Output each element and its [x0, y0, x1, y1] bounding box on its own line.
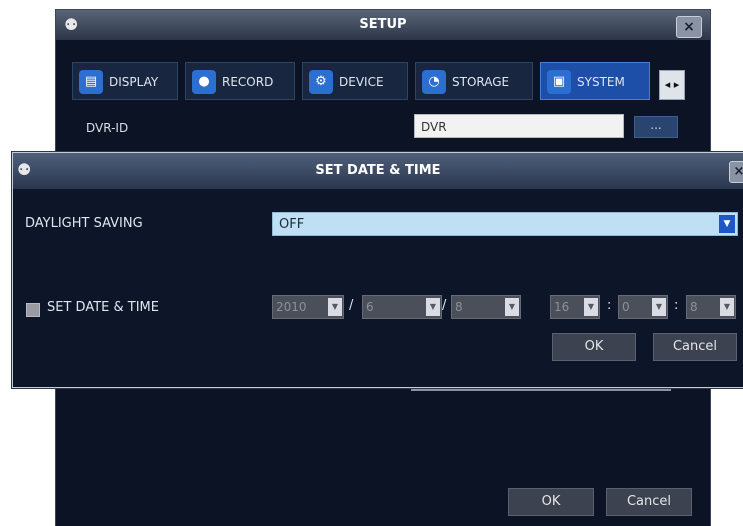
- hour-value: 16: [554, 300, 570, 314]
- app-logo-icon: ⚉: [64, 15, 79, 34]
- day-select[interactable]: 8 ▼: [451, 295, 521, 319]
- setup-title: SETUP: [359, 17, 407, 32]
- tab-system[interactable]: ▣ SYSTEM: [540, 62, 650, 100]
- setup-close-button[interactable]: ×: [676, 16, 702, 38]
- dialog-ok-button[interactable]: OK: [552, 333, 636, 361]
- tab-storage-label: STORAGE: [452, 75, 510, 89]
- chevron-down-icon[interactable]: ▼: [719, 215, 735, 233]
- tab-display-label: DISPLAY: [109, 75, 159, 89]
- divider: [411, 388, 671, 391]
- dvr-id-edit-button[interactable]: ...: [634, 116, 678, 138]
- second-select[interactable]: 8 ▼: [686, 295, 736, 319]
- chevron-down-icon[interactable]: ▼: [426, 298, 440, 316]
- tab-record-label: RECORD: [222, 75, 274, 89]
- time-separator: :: [674, 298, 679, 313]
- minute-select[interactable]: 0 ▼: [618, 295, 668, 319]
- setup-title-bar: SETUP: [56, 10, 710, 40]
- chevron-down-icon[interactable]: ▼: [652, 298, 666, 316]
- computer-icon: ▣: [547, 70, 571, 94]
- tab-storage[interactable]: ◔ STORAGE: [415, 62, 533, 100]
- dialog-close-button[interactable]: ×: [729, 161, 743, 183]
- date-separator: /: [442, 298, 447, 313]
- date-time-dialog: SET DATE & TIME ⚉ × DAYLIGHT SAVING OFF …: [12, 152, 743, 388]
- tab-display[interactable]: ▤ DISPLAY: [72, 62, 178, 100]
- day-value: 8: [455, 300, 463, 314]
- minute-value: 0: [622, 300, 630, 314]
- daylight-saving-label: DAYLIGHT SAVING: [25, 216, 143, 231]
- dialog-title-bar: SET DATE & TIME: [13, 153, 743, 189]
- app-logo-icon: ⚉: [17, 160, 32, 179]
- gear-icon: ⚙: [309, 70, 333, 94]
- chevron-down-icon[interactable]: ▼: [720, 298, 734, 316]
- month-value: 6: [366, 300, 374, 314]
- setup-ok-button[interactable]: OK: [508, 488, 594, 516]
- tab-device-label: DEVICE: [339, 75, 384, 89]
- chevron-down-icon[interactable]: ▼: [584, 298, 598, 316]
- time-separator: :: [607, 298, 612, 313]
- year-select[interactable]: 2010 ▼: [272, 295, 344, 319]
- dvr-id-input[interactable]: DVR: [414, 114, 624, 138]
- second-value: 8: [690, 300, 698, 314]
- tab-scroll-arrows[interactable]: ◂ ▸: [659, 70, 685, 100]
- daylight-saving-value: OFF: [279, 217, 305, 232]
- setup-cancel-button[interactable]: Cancel: [606, 488, 692, 516]
- hour-select[interactable]: 16 ▼: [550, 295, 600, 319]
- dialog-cancel-button[interactable]: Cancel: [653, 333, 737, 361]
- chevron-down-icon[interactable]: ▼: [505, 298, 519, 316]
- disk-icon: ◔: [422, 70, 446, 94]
- setup-tab-bar: ▤ DISPLAY ● RECORD ⚙ DEVICE ◔ STORAGE ▣ …: [72, 62, 652, 100]
- dvr-id-label: DVR-ID: [86, 121, 129, 135]
- tab-record[interactable]: ● RECORD: [185, 62, 295, 100]
- month-select[interactable]: 6 ▼: [362, 295, 442, 319]
- tab-system-label: SYSTEM: [577, 75, 625, 89]
- tab-device[interactable]: ⚙ DEVICE: [302, 62, 408, 100]
- display-icon: ▤: [79, 70, 103, 94]
- dialog-title: SET DATE & TIME: [315, 163, 441, 178]
- set-date-time-checkbox[interactable]: [26, 303, 40, 317]
- daylight-saving-select[interactable]: OFF ▼: [272, 212, 738, 236]
- chevron-down-icon[interactable]: ▼: [328, 298, 342, 316]
- record-icon: ●: [192, 70, 216, 94]
- set-date-time-label: SET DATE & TIME: [47, 300, 159, 315]
- date-separator: /: [349, 298, 354, 313]
- year-value: 2010: [276, 300, 307, 314]
